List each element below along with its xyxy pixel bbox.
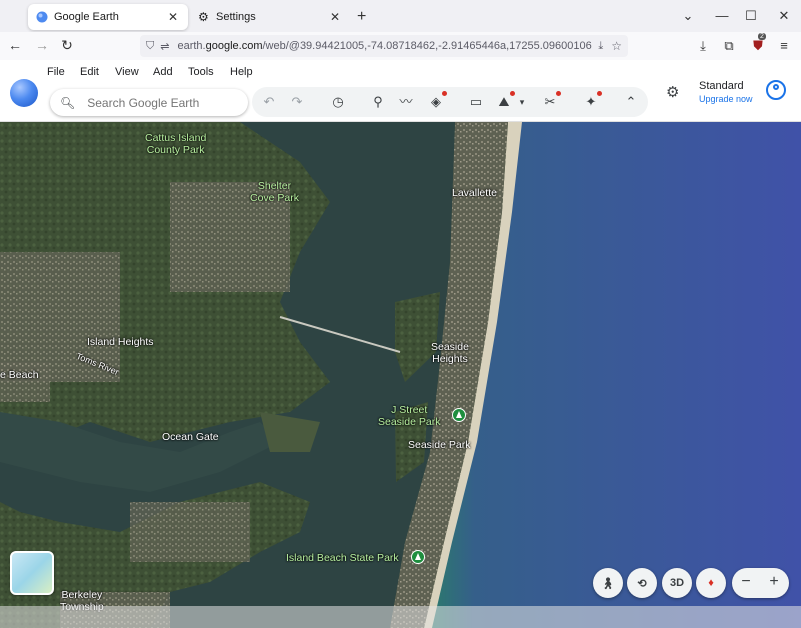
menu-add[interactable]: Add	[153, 66, 173, 78]
extension-badge: 2	[758, 33, 766, 40]
tab-google-earth[interactable]: Google Earth ✕	[28, 4, 188, 30]
search-box[interactable]: 🔍︎	[50, 89, 248, 116]
minimap-thumbnail[interactable]	[10, 551, 54, 595]
chevron-down-icon[interactable]: ▾	[514, 94, 530, 110]
menu-view[interactable]: View	[115, 66, 139, 78]
zoom-out-button[interactable]: −	[737, 573, 755, 591]
menu-edit[interactable]: Edit	[80, 66, 99, 78]
search-input[interactable]	[87, 95, 238, 110]
measure-ruler-icon[interactable]: ▭	[468, 94, 484, 110]
place-label[interactable]: Island Beach State Park	[286, 552, 399, 564]
menu-file[interactable]: File	[47, 66, 65, 78]
bookmark-star-icon[interactable]: ☆	[611, 39, 622, 53]
close-tab-icon[interactable]: ✕	[166, 10, 180, 24]
undo-icon[interactable]: ↶	[261, 94, 277, 110]
browser-tab-strip: Google Earth ✕ ⚙ Settings ✕ + ⌄ — ☐ ✕	[0, 0, 801, 32]
map-style-icon[interactable]: ⛰	[496, 91, 515, 110]
google-earth-header: File Edit View Add Tools Help 🔍︎ ↶ ↷ ◷ ⚲…	[0, 60, 801, 122]
navigation-toolbar: ← → ↻ ⛉ ⇌ earth.google.com/web/@39.94421…	[0, 32, 801, 60]
shield-icon[interactable]: ⛉	[146, 40, 154, 53]
layers-icon[interactable]: ◈	[428, 91, 447, 110]
history-icon[interactable]: ◷	[330, 94, 346, 110]
minimize-window-icon[interactable]: —	[714, 8, 730, 23]
place-label[interactable]: Lavallette	[452, 187, 497, 199]
status-bar	[0, 606, 801, 628]
place-label[interactable]: J Street Seaside Park	[378, 404, 440, 428]
ublock-shield-icon[interactable]: ⛊ 2	[750, 33, 766, 54]
downloads-icon[interactable]: ⤓	[695, 38, 711, 54]
forward-button[interactable]: →	[33, 37, 51, 53]
compass-icon[interactable]: ♦	[696, 568, 726, 598]
maximize-window-icon[interactable]: ☐	[743, 8, 759, 24]
save-page-icon[interactable]: ⤓	[598, 40, 603, 53]
upgrade-now-link[interactable]: Upgrade now	[699, 94, 753, 104]
menu-help[interactable]: Help	[230, 66, 253, 78]
place-label[interactable]: Island Heights	[87, 336, 154, 348]
map-view[interactable]: Cattus Island County Park Shelter Cove Par…	[0, 122, 801, 628]
park-pin-icon[interactable]	[411, 550, 425, 564]
search-icon: 🔍︎	[60, 95, 76, 110]
gear-icon: ⚙	[198, 10, 209, 24]
place-label[interactable]: Seaside Heights	[431, 341, 469, 365]
place-label[interactable]: Seaside Park	[408, 439, 470, 451]
reload-button[interactable]: ↻	[58, 37, 76, 54]
satellite-imagery	[0, 122, 801, 628]
tab-label: Google Earth	[54, 11, 119, 23]
collapse-toolbar-icon[interactable]: ⌃	[623, 94, 639, 110]
zoom-control: − +	[732, 568, 789, 598]
permissions-icon[interactable]: ⇌	[160, 40, 169, 53]
extensions-icon[interactable]: ⧉	[721, 38, 737, 54]
earth-toolbar: ↶ ↷ ◷ ⚲ 〰 ◈ ▭ ⛰ ▾ ✂ ✦ ⌃	[252, 87, 648, 117]
tab-label: Settings	[216, 11, 256, 23]
account-avatar-icon[interactable]	[766, 80, 786, 100]
menu-tools[interactable]: Tools	[188, 66, 214, 78]
account-plan: Standard	[699, 80, 744, 92]
gemini-sparkle-icon[interactable]: ✦	[583, 91, 602, 110]
rotate-tilt-icon[interactable]: ⟲	[627, 568, 657, 598]
back-button[interactable]: ←	[6, 37, 24, 53]
pegman-street-view-icon[interactable]: 🚶︎	[593, 568, 623, 598]
app-menu-icon[interactable]: ≡	[776, 38, 792, 54]
place-label[interactable]: Ocean Gate	[162, 431, 219, 443]
place-label[interactable]: Cattus Island County Park	[145, 132, 206, 156]
place-label[interactable]: Shelter Cove Park	[250, 180, 299, 204]
zoom-in-button[interactable]: +	[765, 573, 783, 591]
address-bar[interactable]: ⛉ ⇌ earth.google.com/web/@39.94421005,-7…	[140, 35, 628, 57]
draw-path-icon[interactable]: 〰	[398, 94, 414, 110]
list-all-tabs-icon[interactable]: ⌄	[680, 8, 696, 24]
close-window-icon[interactable]: ✕	[776, 8, 792, 24]
close-tab-icon[interactable]: ✕	[328, 10, 342, 24]
toggle-3d-button[interactable]: 3D	[662, 568, 692, 598]
url-text: earth.google.com/web/@39.94421005,-74.08…	[177, 40, 593, 52]
google-earth-favicon-icon	[36, 11, 48, 23]
tab-settings[interactable]: ⚙ Settings ✕	[190, 4, 350, 30]
redo-icon[interactable]: ↷	[289, 94, 305, 110]
add-placemark-pin-icon[interactable]: ⚲	[370, 94, 386, 110]
place-label[interactable]: e Beach	[0, 369, 39, 381]
settings-gear-icon[interactable]: ⚙	[666, 83, 679, 101]
new-tab-button[interactable]: +	[357, 8, 366, 26]
park-pin-icon[interactable]	[452, 408, 466, 422]
satellite-tool-icon[interactable]: ✂	[542, 91, 561, 110]
google-earth-logo-icon[interactable]	[10, 79, 38, 107]
